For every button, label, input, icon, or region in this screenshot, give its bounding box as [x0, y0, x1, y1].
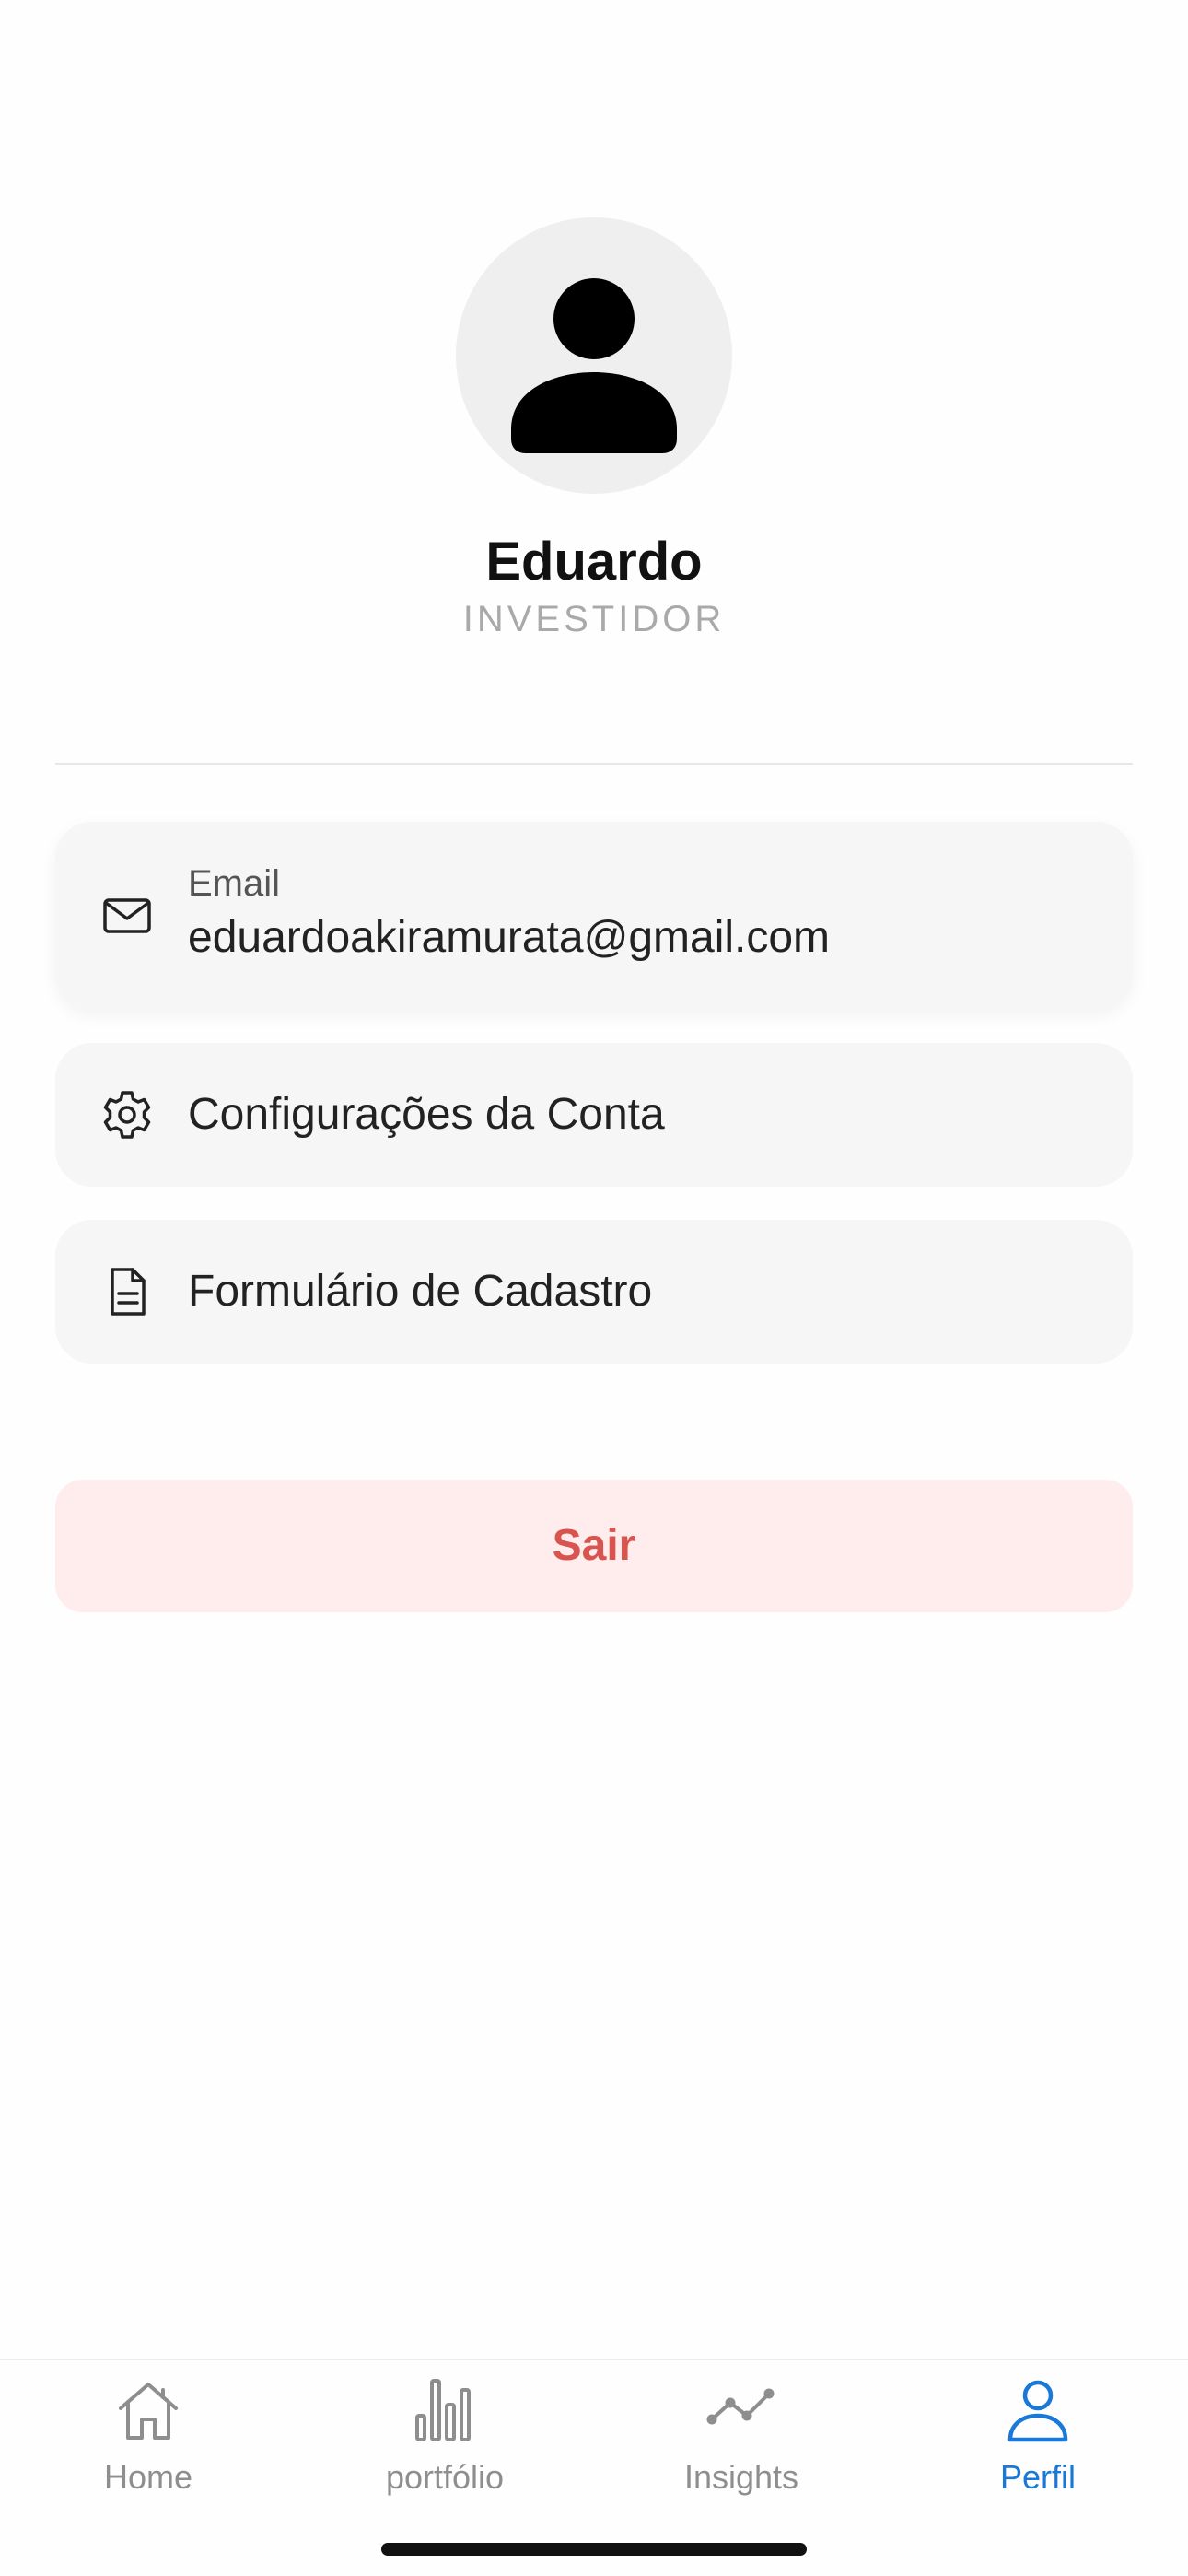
avatar [456, 217, 732, 494]
account-settings-button[interactable]: Configurações da Conta [55, 1043, 1133, 1187]
trend-line-icon [705, 2373, 778, 2447]
user-role: INVESTIDOR [462, 599, 726, 639]
email-card: Email eduardoakiramurata@gmail.com [55, 822, 1133, 1010]
tab-perfil-label: Perfil [999, 2458, 1077, 2496]
home-icon [111, 2373, 185, 2447]
tab-home-label: Home [103, 2458, 193, 2496]
divider [55, 763, 1133, 765]
email-label: Email [188, 863, 281, 904]
tab-insights[interactable]: Insights [593, 2360, 890, 2517]
person-icon [1001, 2373, 1075, 2447]
profile-screen: Eduardo INVESTIDOR Email eduardoakiramur… [0, 0, 1188, 2576]
tab-insights-label: Insights [683, 2458, 799, 2496]
user-name: Eduardo [485, 532, 703, 591]
tab-home[interactable]: Home [0, 2360, 297, 2517]
email-value: eduardoakiramurata@gmail.com [188, 913, 831, 962]
gear-icon [99, 1087, 155, 1142]
person-icon [511, 278, 677, 453]
document-icon [99, 1264, 155, 1319]
account-settings-label: Configurações da Conta [188, 1090, 665, 1139]
home-indicator [381, 2543, 807, 2556]
tab-perfil[interactable]: Perfil [890, 2360, 1186, 2517]
registration-form-button[interactable]: Formulário de Cadastro [55, 1220, 1133, 1364]
tab-portfolio-label: portfólio [385, 2458, 505, 2496]
registration-form-label: Formulário de Cadastro [188, 1267, 653, 1316]
logout-button[interactable]: Sair [55, 1480, 1133, 1612]
bar-chart-icon [408, 2373, 482, 2447]
mail-icon [99, 888, 155, 943]
tab-portfolio[interactable]: portfólio [297, 2360, 593, 2517]
